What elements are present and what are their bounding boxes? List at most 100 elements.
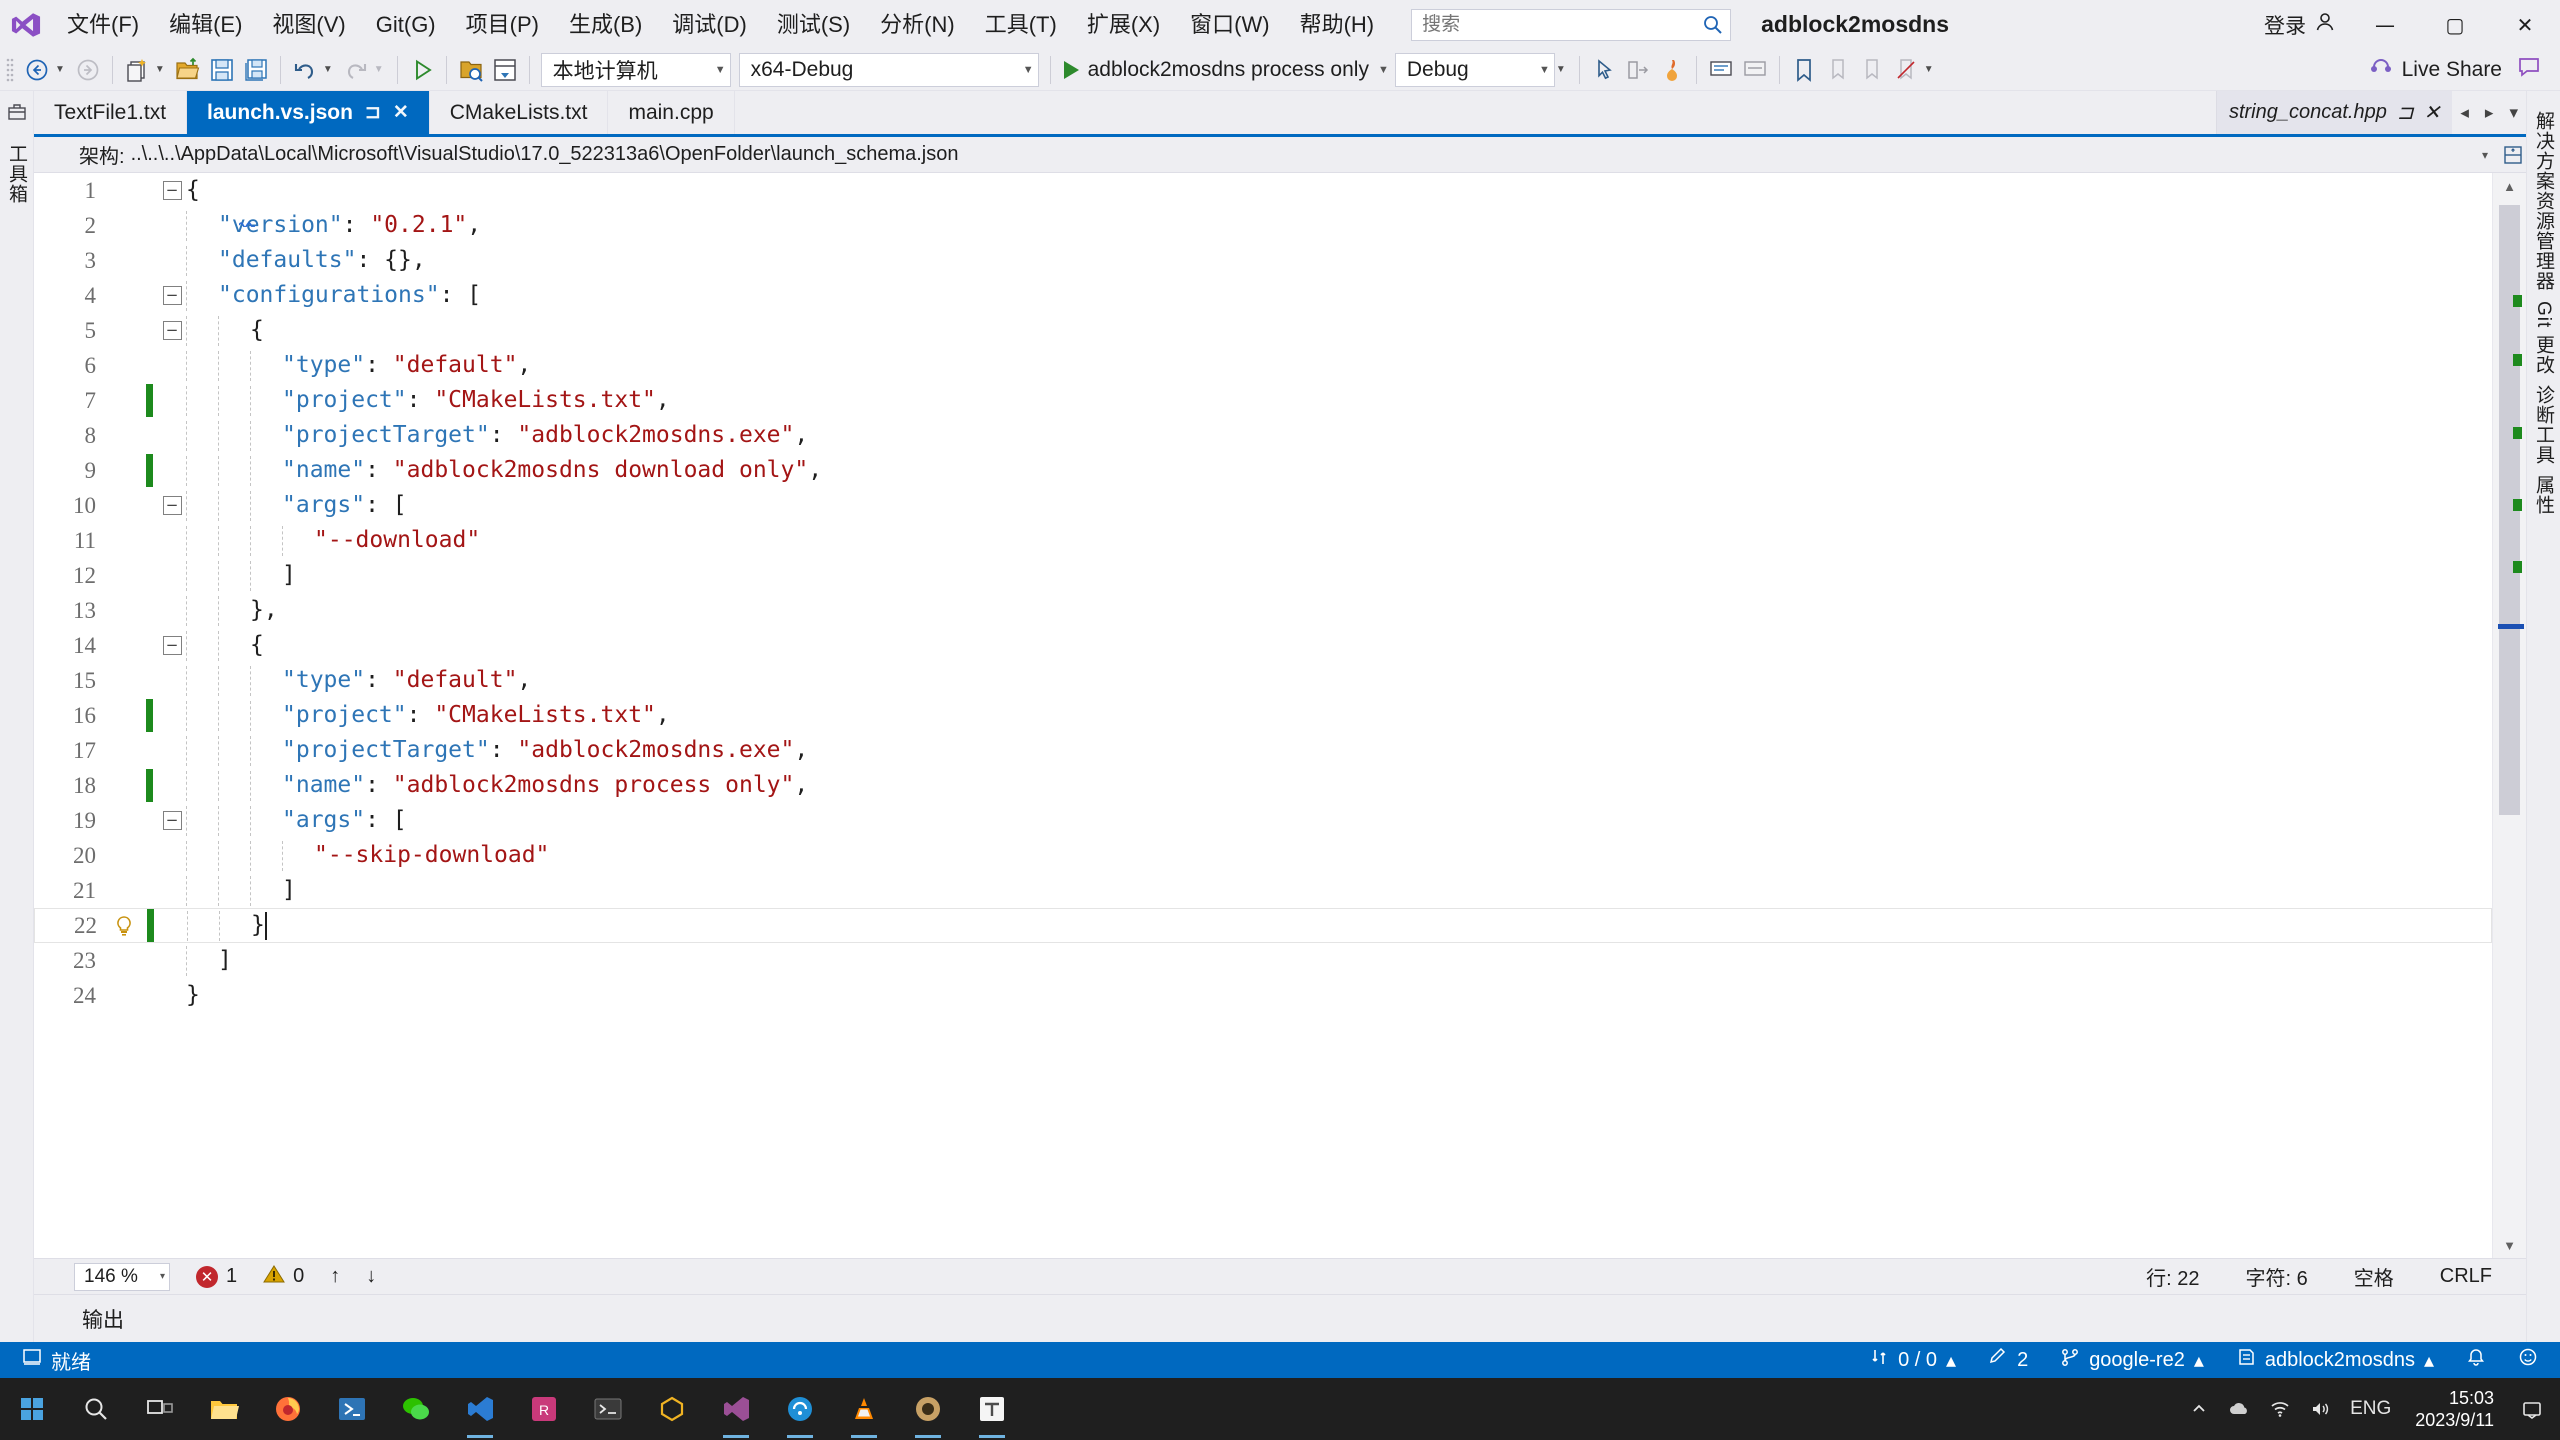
lightbulb-icon[interactable] — [107, 915, 141, 937]
scroll-down-arrow-icon[interactable]: ▼ — [2493, 1232, 2526, 1258]
fold-collapse-icon[interactable]: − — [158, 321, 186, 340]
startup-item-button[interactable]: adblock2mosdns process only ▼ — [1058, 52, 1395, 88]
tab-nav-menu-button[interactable]: ▾ — [2501, 91, 2526, 134]
code-text[interactable]: "args": [ — [186, 803, 2492, 838]
error-count-item[interactable]: ✕ 1 — [196, 1265, 237, 1288]
zoom-level-combo[interactable]: 146 % ▾ — [74, 1262, 170, 1291]
code-text[interactable]: "type": "default", — [186, 663, 2492, 698]
tab-cmakelists[interactable]: CMakeLists.txt — [429, 91, 609, 134]
menu-item-build[interactable]: 生成(B) — [554, 0, 657, 49]
debug-overflow-caret[interactable]: ▼ — [1555, 52, 1572, 88]
terminal-icon[interactable] — [576, 1378, 640, 1440]
code-text[interactable]: "args": [ — [186, 488, 2492, 523]
split-view-icon[interactable] — [2500, 145, 2526, 165]
step-into-icon[interactable] — [1621, 52, 1655, 88]
rider-icon[interactable]: R — [512, 1378, 576, 1440]
git-branch[interactable]: google-re2 ▴ — [2044, 1342, 2220, 1378]
rail-item-diagnostic-tools[interactable]: 诊断工具 — [2530, 385, 2557, 465]
search-icon[interactable] — [1702, 14, 1724, 36]
search-input[interactable] — [1422, 13, 1703, 36]
code-line[interactable]: 5 −{ — [34, 313, 2492, 348]
notifications-button[interactable] — [2450, 1342, 2502, 1378]
menu-item-help[interactable]: 帮助(H) — [1285, 0, 1390, 49]
minimize-button[interactable]: — — [2350, 0, 2420, 49]
code-text[interactable]: "configurations": [ — [186, 278, 2492, 313]
save-icon[interactable] — [205, 52, 239, 88]
code-text[interactable]: }, — [186, 593, 2492, 628]
code-line[interactable]: 13}, — [34, 593, 2492, 628]
bookmark-prev-icon[interactable] — [1821, 52, 1855, 88]
obs-icon[interactable] — [896, 1378, 960, 1440]
menu-item-analyze[interactable]: 分析(N) — [865, 0, 970, 49]
powershell-icon[interactable] — [320, 1378, 384, 1440]
send-feedback-button[interactable] — [2502, 1342, 2554, 1378]
code-line[interactable]: 20 "--skip-download" — [34, 838, 2492, 873]
code-text[interactable]: "defaults": {}, — [186, 243, 2492, 278]
code-text[interactable]: ] — [186, 943, 2492, 978]
onedrive-icon[interactable] — [2218, 1378, 2260, 1440]
code-text[interactable]: { — [186, 313, 2492, 348]
rail-item-solution-explorer[interactable]: 解决方案资源管理器 — [2530, 111, 2557, 291]
menu-item-debug[interactable]: 调试(D) — [657, 0, 762, 49]
uncomment-icon[interactable] — [1738, 52, 1772, 88]
menu-item-test[interactable]: 测试(S) — [762, 0, 865, 49]
taskbar-search-icon[interactable] — [64, 1378, 128, 1440]
close-icon[interactable]: ✕ — [2424, 100, 2441, 125]
redo-dropdown[interactable]: ▼ — [373, 52, 390, 88]
output-panel[interactable]: 输出 — [34, 1294, 2526, 1342]
menu-item-file[interactable]: 文件(F) — [52, 0, 154, 49]
code-line[interactable]: 12] — [34, 558, 2492, 593]
bookmark-icon[interactable] — [1787, 52, 1821, 88]
fold-collapse-icon[interactable]: − — [158, 286, 186, 305]
menu-item-extensions[interactable]: 扩展(X) — [1072, 0, 1175, 49]
toolbar-overflow-caret[interactable]: ▼ — [1923, 52, 1940, 88]
tab-preview-string-concat[interactable]: string_concat.hpp ⊐ ✕ — [2215, 91, 2453, 134]
firefox-icon[interactable] — [256, 1378, 320, 1440]
close-icon[interactable]: ✕ — [393, 101, 409, 124]
sign-in-button[interactable]: 登录 — [2250, 10, 2350, 40]
undo-icon[interactable] — [288, 52, 322, 88]
code-line[interactable]: 14 −{ — [34, 628, 2492, 663]
pin-icon[interactable]: ⊐ — [365, 101, 381, 124]
unity-icon[interactable] — [640, 1378, 704, 1440]
code-line[interactable]: 22} — [34, 908, 2492, 943]
open-file-icon[interactable] — [171, 52, 205, 88]
clear-bookmarks-icon[interactable] — [1889, 52, 1923, 88]
configuration-combo[interactable]: x64-Debug ▼ — [738, 52, 1039, 87]
code-line[interactable]: 16 "project": "CMakeLists.txt", — [34, 698, 2492, 733]
scroll-track[interactable] — [2493, 199, 2526, 1232]
warning-count-item[interactable]: 0 — [263, 1263, 304, 1291]
code-surface[interactable]: 1−{2 "version": "0.2.1", 3 "defaults": {}, 4… — [34, 173, 2492, 1258]
code-text[interactable]: "--download" — [186, 523, 2492, 558]
rail-item-git-changes[interactable]: Git 更改 — [2530, 301, 2557, 375]
pin-icon[interactable]: ⊐ — [2397, 100, 2414, 125]
code-line[interactable]: 9 "name": "adblock2mosdns download only", — [34, 453, 2492, 488]
fold-collapse-icon[interactable]: − — [158, 636, 186, 655]
tab-textfile1[interactable]: TextFile1.txt — [34, 91, 188, 134]
code-text[interactable]: { — [186, 628, 2492, 663]
feedback-icon[interactable] — [2516, 54, 2560, 85]
rail-item-toolbox[interactable]: 工具箱 — [3, 144, 30, 204]
code-line[interactable]: 2 "version": "0.2.1", — [34, 208, 2492, 243]
code-line[interactable]: 17 "projectTarget": "adblock2mosdns.exe", — [34, 733, 2492, 768]
code-line[interactable]: 10 − "args": [ — [34, 488, 2492, 523]
code-line[interactable]: 18 "name": "adblock2mosdns process only", — [34, 768, 2492, 803]
windows-start-icon[interactable] — [0, 1378, 64, 1440]
line-ending-label[interactable]: CRLF — [2440, 1265, 2492, 1288]
folder-search-icon[interactable] — [454, 52, 488, 88]
show-hidden-icons-icon[interactable] — [2180, 1378, 2218, 1440]
menu-item-project[interactable]: 项目(P) — [451, 0, 554, 49]
typora-icon[interactable] — [960, 1378, 1024, 1440]
navigate-back-dropdown[interactable]: ▼ — [54, 52, 71, 88]
code-line[interactable]: 1 −{ — [34, 173, 2492, 208]
live-share-button[interactable]: Live Share — [2355, 55, 2516, 85]
code-line[interactable]: 6 "type": "default", — [34, 348, 2492, 383]
start-debug-icon[interactable] — [405, 52, 439, 88]
next-issue-button[interactable]: ↓ — [366, 1265, 376, 1288]
toolbar-grip[interactable] — [6, 57, 20, 83]
volume-icon[interactable] — [2300, 1378, 2340, 1440]
fold-collapse-icon[interactable]: − — [158, 496, 186, 515]
code-line[interactable]: 7 "project": "CMakeLists.txt", — [34, 383, 2492, 418]
search-box[interactable] — [1411, 8, 1732, 41]
code-text[interactable]: "name": "adblock2mosdns download only", — [186, 453, 2492, 488]
